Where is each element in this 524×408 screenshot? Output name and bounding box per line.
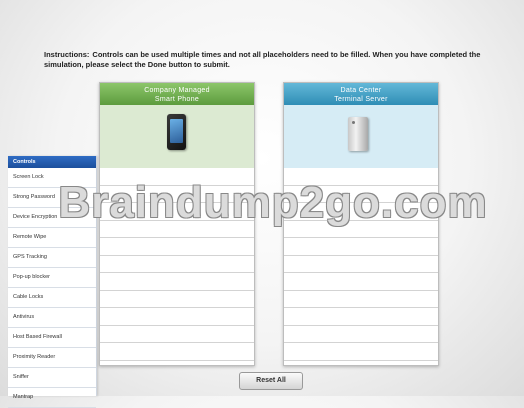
controls-sidebar: Controls Screen Lock Strong Password Dev…	[8, 156, 97, 408]
control-item[interactable]: Pop-up blocker	[8, 268, 96, 288]
control-item[interactable]: GPS Tracking	[8, 248, 96, 268]
drop-slot[interactable]	[100, 168, 254, 186]
drop-slot[interactable]	[284, 273, 438, 291]
control-item[interactable]: Host Based Firewall	[8, 328, 96, 348]
drop-slot[interactable]	[284, 291, 438, 308]
control-item[interactable]: Device Encryption	[8, 208, 96, 228]
server-icon	[348, 117, 368, 151]
drop-slot[interactable]	[284, 256, 438, 273]
smart-phone-header: Company Managed Smart Phone	[100, 83, 254, 105]
control-item[interactable]: Cable Locks	[8, 288, 96, 308]
drop-slot[interactable]	[284, 326, 438, 343]
instructions-label: Instructions:	[44, 50, 90, 59]
drop-slot[interactable]	[284, 343, 438, 361]
drop-slot[interactable]	[100, 343, 254, 361]
terminal-server-image-area	[284, 105, 438, 168]
control-item[interactable]: Sniffer	[8, 368, 96, 388]
drop-slot[interactable]	[100, 291, 254, 308]
terminal-server-title-line2: Terminal Server	[334, 96, 388, 103]
drop-slot[interactable]	[284, 308, 438, 326]
drop-slot[interactable]	[284, 238, 438, 256]
smart-phone-title-line2: Smart Phone	[154, 96, 200, 103]
drop-slot[interactable]	[100, 256, 254, 273]
smartphone-icon	[167, 114, 186, 150]
controls-title: Controls	[8, 156, 96, 168]
instructions: Instructions: Controls can be used multi…	[44, 50, 514, 70]
control-item[interactable]: Strong Password	[8, 188, 96, 208]
drop-slot[interactable]	[100, 186, 254, 203]
control-item[interactable]: Antivirus	[8, 308, 96, 328]
control-item[interactable]: Screen Lock	[8, 168, 96, 188]
drop-slot[interactable]	[100, 308, 254, 326]
control-item[interactable]: Mantrap	[8, 388, 96, 408]
terminal-server-header: Data Center Terminal Server	[284, 83, 438, 105]
drop-slot[interactable]	[100, 221, 254, 238]
control-item[interactable]: Remote Wipe	[8, 228, 96, 248]
reset-all-button[interactable]: Reset All	[239, 372, 303, 390]
drop-slot[interactable]	[100, 273, 254, 291]
smart-phone-panel: Company Managed Smart Phone	[99, 82, 255, 366]
smart-phone-image-area	[100, 105, 254, 168]
terminal-server-title-line1: Data Center	[340, 87, 382, 94]
control-item[interactable]: Proximity Reader	[8, 348, 96, 368]
instructions-text: Controls can be used multiple times and …	[44, 50, 481, 69]
drop-slot[interactable]	[284, 168, 438, 186]
drop-slot[interactable]	[284, 186, 438, 203]
drop-slot[interactable]	[100, 326, 254, 343]
drop-slot[interactable]	[284, 203, 438, 221]
terminal-server-panel: Data Center Terminal Server	[283, 82, 439, 366]
drop-slot[interactable]	[284, 221, 438, 238]
smart-phone-title-line1: Company Managed	[144, 87, 210, 94]
drop-slot[interactable]	[100, 238, 254, 256]
drop-slot[interactable]	[100, 203, 254, 221]
